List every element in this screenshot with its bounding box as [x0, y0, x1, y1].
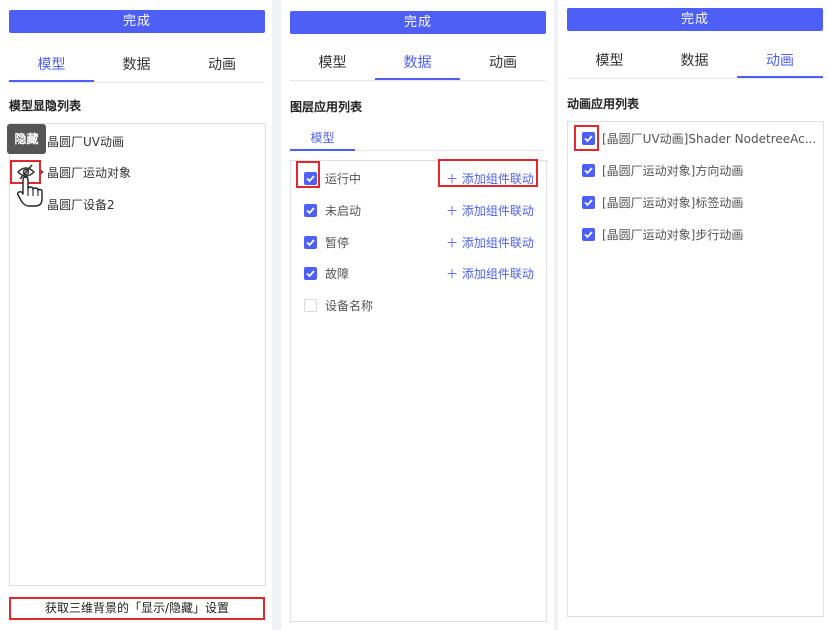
list-item-label: [晶圆厂UV动画]Shader NodetreeAc... [602, 132, 817, 146]
checkbox[interactable] [304, 236, 317, 249]
section-title: 动画应用列表 [567, 97, 640, 111]
checkbox[interactable] [582, 228, 595, 241]
checkbox[interactable] [582, 196, 595, 209]
subtab-model[interactable]: 模型 [290, 129, 355, 151]
done-button[interactable]: 完成 [290, 11, 546, 34]
model-panel: 完成 模型 数据 动画 模型显隐列表 晶圆厂UV动画 晶圆厂运动对象 晶圆厂设备… [0, 0, 272, 630]
panel-gutter [272, 0, 281, 630]
tab-animation[interactable]: 动画 [460, 48, 546, 79]
tab-data[interactable]: 数据 [375, 48, 460, 80]
checkbox-highlight [574, 125, 599, 151]
section-title: 模型显隐列表 [9, 99, 82, 113]
hand-pointer-icon [16, 176, 44, 208]
animation-panel: 完成 模型 数据 动画 动画应用列表 [晶圆厂UV动画]Shader Nodet… [558, 0, 828, 630]
list-item-label: 暂停 [325, 236, 350, 250]
checkbox[interactable] [304, 204, 317, 217]
list-item-label: 设备名称 [325, 299, 374, 313]
animation-list: [晶圆厂UV动画]Shader NodetreeAc... [晶圆厂运动对象]方… [567, 121, 824, 617]
list-item-label: 未启动 [325, 204, 362, 218]
add-component-link-button[interactable]: ＋ 添加组件联动 [446, 202, 534, 219]
list-item-label: [晶圆厂运动对象]方向动画 [602, 164, 744, 178]
done-button[interactable]: 完成 [9, 10, 265, 33]
tab-bar: 模型 数据 动画 [9, 50, 265, 83]
hide-tooltip: 隐藏 [7, 124, 46, 154]
tab-model[interactable]: 模型 [567, 46, 652, 77]
tab-bar: 模型 数据 动画 [290, 48, 546, 81]
list-item[interactable]: 晶圆厂运动对象 [47, 164, 131, 181]
tab-animation[interactable]: 动画 [179, 50, 265, 81]
list-item-label: [晶圆厂运动对象]标签动画 [602, 196, 744, 210]
tab-data[interactable]: 数据 [94, 50, 179, 81]
add-component-link-button[interactable]: ＋ 添加组件联动 [446, 234, 534, 251]
checkbox[interactable] [304, 267, 317, 280]
checkbox[interactable] [582, 164, 595, 177]
checkbox[interactable] [304, 299, 317, 312]
list-item[interactable]: 晶圆厂UV动画 [47, 133, 124, 150]
list-item-label: [晶圆厂运动对象]步行动画 [602, 228, 744, 242]
divider [355, 150, 545, 151]
done-button[interactable]: 完成 [567, 8, 823, 31]
tab-model[interactable]: 模型 [290, 48, 375, 79]
add-link-highlight [438, 159, 538, 187]
checkbox-highlight [296, 161, 320, 188]
list-item[interactable]: 晶圆厂设备2 [47, 196, 115, 213]
tab-data[interactable]: 数据 [652, 46, 737, 77]
tab-animation[interactable]: 动画 [737, 46, 823, 78]
get-visibility-settings-button[interactable]: 获取三维背景的「显示/隐藏」设置 [9, 597, 265, 620]
section-title: 图层应用列表 [290, 100, 363, 114]
tab-model[interactable]: 模型 [9, 50, 94, 82]
tab-bar: 模型 数据 动画 [567, 46, 823, 79]
list-item-label: 故障 [325, 267, 350, 281]
data-panel: 完成 模型 数据 动画 图层应用列表 模型 运行中 ＋ 添加组件联动 未启动 ＋… [281, 0, 554, 630]
list-item-label: 运行中 [325, 172, 362, 186]
model-visibility-list: 晶圆厂UV动画 晶圆厂运动对象 晶圆厂设备2 [9, 123, 266, 586]
add-component-link-button[interactable]: ＋ 添加组件联动 [446, 265, 534, 282]
layer-list: 运行中 ＋ 添加组件联动 未启动 ＋ 添加组件联动 暂停 ＋ 添加组件联动 故障… [290, 160, 547, 622]
